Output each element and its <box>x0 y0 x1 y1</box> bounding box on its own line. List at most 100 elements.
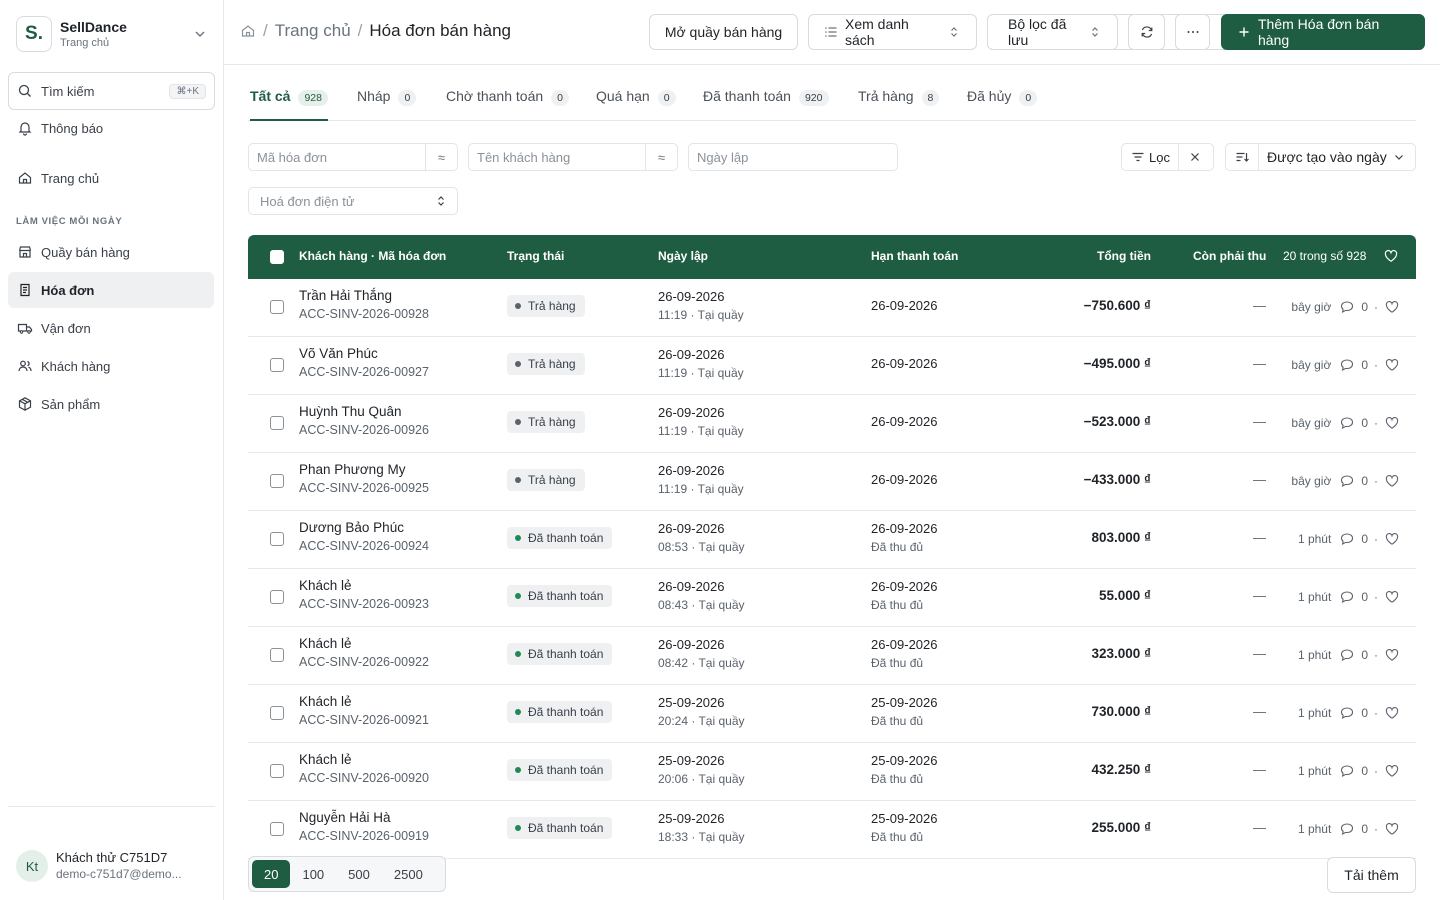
heart-icon[interactable] <box>1384 647 1400 663</box>
row-checkbox[interactable] <box>270 648 284 662</box>
column-header-customer[interactable]: Khách hàng · Mã hóa đơn <box>299 249 446 263</box>
page-size-100[interactable]: 100 <box>290 860 336 888</box>
tab-returned[interactable]: Trả hàng 8 <box>858 82 940 121</box>
filter-button[interactable]: Lọc <box>1122 144 1178 170</box>
tab-paid[interactable]: Đã thanh toán 920 <box>703 82 829 121</box>
customer-name[interactable]: Huỳnh Thu Quân <box>299 404 429 419</box>
search-label: Tìm kiếm <box>41 83 95 99</box>
table-row[interactable]: Nguyễn Hải Hà ACC-SINV-2026-00919 Đã thanh… <box>248 801 1416 859</box>
heart-icon[interactable] <box>1384 357 1400 373</box>
page-size-500[interactable]: 500 <box>336 860 382 888</box>
customer-name[interactable]: Khách lẻ <box>299 578 429 593</box>
table-row[interactable]: Khách lẻ ACC-SINV-2026-00923 Đã thanh toán… <box>248 569 1416 627</box>
column-header-due[interactable]: Hạn thanh toán <box>871 249 958 263</box>
comment-icon[interactable] <box>1339 531 1355 547</box>
sidebar-search[interactable]: Tìm kiếm ⌘+K <box>8 72 215 110</box>
row-checkbox[interactable] <box>270 358 284 372</box>
saved-filters-button[interactable]: Bộ lọc đã lưu <box>987 14 1118 50</box>
table-row[interactable]: Phan Phương My ACC-SINV-2026-00925 Trả hàn… <box>248 453 1416 511</box>
comment-icon[interactable] <box>1339 647 1355 663</box>
customer-name[interactable]: Võ Văn Phúc <box>299 346 429 361</box>
add-invoice-button[interactable]: Thêm Hóa đơn bán hàng <box>1221 14 1425 50</box>
customer-name[interactable]: Khách lẻ <box>299 636 429 651</box>
row-checkbox[interactable] <box>270 822 284 836</box>
customer-name[interactable]: Nguyễn Hải Hà <box>299 810 429 825</box>
row-checkbox[interactable] <box>270 474 284 488</box>
sort-field-select[interactable]: Được tạo vào ngày <box>1258 144 1415 170</box>
date-filter[interactable]: Ngày lập <box>688 143 898 171</box>
table-row[interactable]: Huỳnh Thu Quân ACC-SINV-2026-00926 Trả hàn… <box>248 395 1416 453</box>
page-size-2500[interactable]: 2500 <box>382 860 435 888</box>
operator-approx-button[interactable]: ≈ <box>425 144 457 170</box>
einvoice-select[interactable]: Hoá đơn điện tử <box>248 187 458 215</box>
comment-icon[interactable] <box>1339 589 1355 605</box>
customer-name[interactable]: Khách lẻ <box>299 694 429 709</box>
sort-direction-button[interactable] <box>1226 144 1258 170</box>
comment-icon[interactable] <box>1339 473 1355 489</box>
heart-icon[interactable] <box>1384 589 1400 605</box>
sidebar-item-invoices[interactable]: Hóa đơn <box>8 272 214 308</box>
home-icon[interactable] <box>240 23 256 39</box>
invoice-code-filter[interactable]: Mã hóa đơn ≈ <box>248 143 458 171</box>
row-checkbox[interactable] <box>270 590 284 604</box>
page-size-20[interactable]: 20 <box>252 860 291 888</box>
comment-icon[interactable] <box>1339 821 1355 837</box>
sidebar-item-counter[interactable]: Quầy bán hàng <box>8 234 214 270</box>
heart-icon[interactable] <box>1384 821 1400 837</box>
select-all-checkbox[interactable] <box>270 250 284 264</box>
column-header-total[interactable]: Tổng tiền <box>1097 249 1151 263</box>
customer-name[interactable]: Khách lẻ <box>299 752 429 767</box>
customer-name[interactable]: Dương Bảo Phúc <box>299 520 429 535</box>
tab-awaiting-payment[interactable]: Chờ thanh toán 0 <box>446 82 569 121</box>
tab-draft[interactable]: Nháp 0 <box>357 82 417 121</box>
open-counter-button[interactable]: Mở quầy bán hàng <box>649 14 798 50</box>
sidebar-item-notifications[interactable]: Thông báo <box>8 110 214 146</box>
table-row[interactable]: Khách lẻ ACC-SINV-2026-00922 Đã thanh toán… <box>248 627 1416 685</box>
table-row[interactable]: Võ Văn Phúc ACC-SINV-2026-00927 Trả hàng 26… <box>248 337 1416 395</box>
customer-name[interactable]: Trần Hải Thắng <box>299 288 429 303</box>
heart-icon[interactable] <box>1384 705 1400 721</box>
tab-overdue[interactable]: Quá hạn 0 <box>596 82 676 121</box>
clear-filter-button[interactable] <box>1177 144 1211 170</box>
row-checkbox[interactable] <box>270 532 284 546</box>
refresh-button[interactable] <box>1128 14 1165 50</box>
column-header-remaining[interactable]: Còn phải thu <box>1193 249 1266 263</box>
table-row[interactable]: Dương Bảo Phúc ACC-SINV-2026-00924 Đã than… <box>248 511 1416 569</box>
row-checkbox[interactable] <box>270 764 284 778</box>
row-checkbox[interactable] <box>270 706 284 720</box>
row-checkbox[interactable] <box>270 300 284 314</box>
breadcrumb-home[interactable]: Trang chủ <box>275 21 351 41</box>
brand-switcher[interactable]: S. SellDance Trang chủ <box>16 14 214 54</box>
column-header-status[interactable]: Trạng thái <box>507 249 564 263</box>
sidebar-item-shipments[interactable]: Vận đơn <box>8 310 214 346</box>
comment-icon[interactable] <box>1339 415 1355 431</box>
sidebar-item-customers[interactable]: Khách hàng <box>8 348 214 384</box>
row-checkbox[interactable] <box>270 416 284 430</box>
view-list-button[interactable]: Xem danh sách <box>808 14 977 50</box>
table-row[interactable]: Khách lẻ ACC-SINV-2026-00921 Đã thanh toán… <box>248 685 1416 743</box>
heart-icon[interactable] <box>1383 248 1399 264</box>
comment-icon[interactable] <box>1339 299 1355 315</box>
comment-icon[interactable] <box>1339 705 1355 721</box>
comment-icon[interactable] <box>1339 763 1355 779</box>
column-header-date[interactable]: Ngày lập <box>658 249 708 263</box>
heart-icon[interactable] <box>1384 473 1400 489</box>
user-menu[interactable]: Kt Khách thử C751D7 demo-c751d7@demo... <box>16 848 216 884</box>
comment-icon[interactable] <box>1339 357 1355 373</box>
heart-icon[interactable] <box>1384 299 1400 315</box>
tab-cancelled[interactable]: Đã hủy 0 <box>967 82 1038 121</box>
tab-all[interactable]: Tất cả 928 <box>250 82 328 121</box>
table-row[interactable]: Khách lẻ ACC-SINV-2026-00920 Đã thanh toán… <box>248 743 1416 801</box>
meta-separator: · <box>1374 822 1378 836</box>
customer-name[interactable]: Phan Phương My <box>299 462 429 477</box>
customer-name-filter[interactable]: Tên khách hàng ≈ <box>468 143 678 171</box>
operator-approx-button[interactable]: ≈ <box>645 144 677 170</box>
sidebar-item-home[interactable]: Trang chủ <box>8 160 214 196</box>
sidebar-item-products[interactable]: Sản phẩm <box>8 386 214 422</box>
heart-icon[interactable] <box>1384 763 1400 779</box>
more-actions-button[interactable] <box>1175 14 1210 50</box>
heart-icon[interactable] <box>1384 415 1400 431</box>
table-row[interactable]: Trần Hải Thắng ACC-SINV-2026-00928 Trả hàn… <box>248 279 1416 337</box>
heart-icon[interactable] <box>1384 531 1400 547</box>
load-more-button[interactable]: Tải thêm <box>1327 857 1416 893</box>
